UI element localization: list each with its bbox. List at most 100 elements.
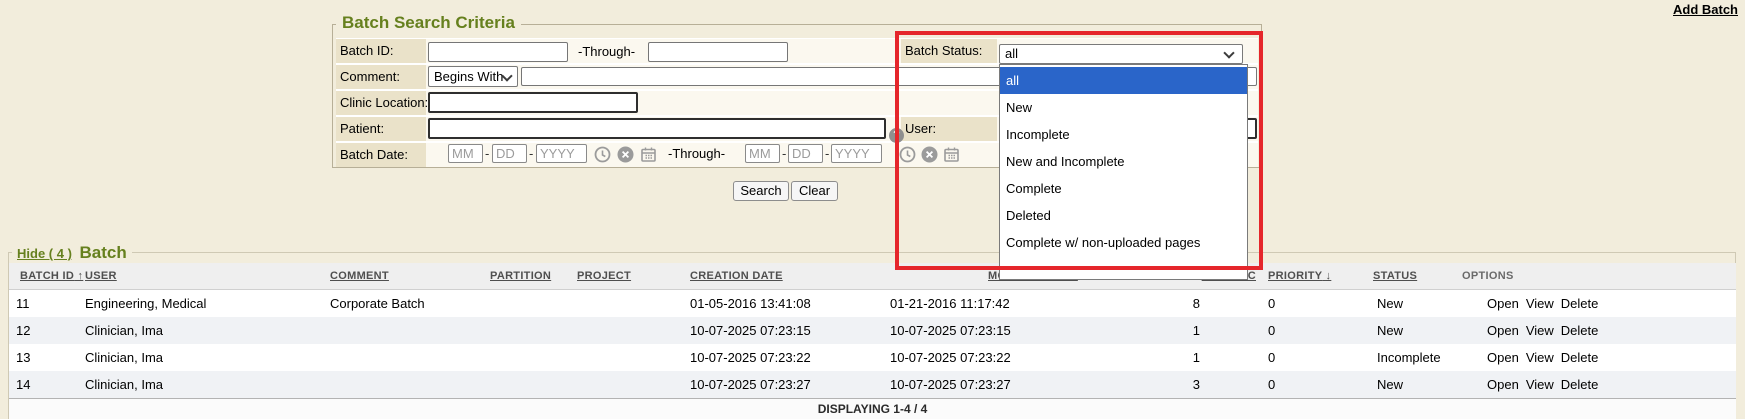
col-user[interactable]: USER xyxy=(85,270,117,282)
patient-input[interactable] xyxy=(428,118,886,139)
batch-status-select[interactable]: all xyxy=(999,44,1243,64)
table-header-row: BATCH ID ↑ USER COMMENT PARTITION PROJEC… xyxy=(9,263,1736,290)
batch-id-through-text: -Through- xyxy=(578,42,635,62)
clinic-location-label: Clinic Location: xyxy=(336,91,426,115)
table-row: 11 Engineering, Medical Corporate Batch … xyxy=(9,290,1736,317)
open-link[interactable]: Open xyxy=(1487,350,1519,365)
open-link[interactable]: Open xyxy=(1487,377,1519,392)
delete-link[interactable]: Delete xyxy=(1561,377,1599,392)
col-label: BATCH ID xyxy=(20,270,74,282)
batch-id-label: Batch ID: xyxy=(336,39,426,63)
batch-date-from-dd-input[interactable] xyxy=(492,144,527,163)
batch-table-legend: Hide ( 4 ) Batch xyxy=(12,243,132,263)
col-label: PRIORITY xyxy=(1268,270,1322,282)
view-link[interactable]: View xyxy=(1526,350,1554,365)
batch-table-title: Batch xyxy=(80,243,127,262)
table-paging-footer: DISPLAYING 1-4 / 4 xyxy=(9,398,1736,419)
delete-link[interactable]: Delete xyxy=(1561,350,1599,365)
cell-user: Clinician, Ima xyxy=(85,371,163,398)
cell-user: Clinician, Ima xyxy=(85,317,163,344)
cell-modified-date: 10-07-2025 07:23:22 xyxy=(890,344,1011,371)
col-comment[interactable]: COMMENT xyxy=(330,270,389,282)
batch-status-option[interactable]: Complete xyxy=(1000,175,1247,202)
col-partition[interactable]: PARTITION xyxy=(490,270,551,282)
cell-batch-id: 14 xyxy=(16,371,30,398)
cell-status: New xyxy=(1377,290,1403,317)
time-picker-icon[interactable] xyxy=(899,146,916,163)
calendar-icon[interactable] xyxy=(943,146,960,163)
clear-date-icon[interactable] xyxy=(921,146,938,163)
clinic-location-input[interactable] xyxy=(428,92,638,113)
col-status[interactable]: STATUS xyxy=(1373,270,1417,282)
col-project[interactable]: PROJECT xyxy=(577,270,631,282)
cell-modified-date: 10-07-2025 07:23:15 xyxy=(890,317,1011,344)
batch-status-option[interactable]: Incomplete xyxy=(1000,121,1247,148)
clear-date-icon[interactable] xyxy=(617,146,634,163)
batch-date-to-dd-input[interactable] xyxy=(788,144,823,163)
patient-help-icon[interactable]: ? xyxy=(889,128,904,143)
open-link[interactable]: Open xyxy=(1487,323,1519,338)
cell-doc-count: 3 xyxy=(1090,371,1200,398)
date-separator: - xyxy=(825,144,829,163)
batch-status-option[interactable]: New and Incomplete xyxy=(1000,148,1247,175)
cell-user: Engineering, Medical xyxy=(85,290,206,317)
table-row: 13 Clinician, Ima 10-07-2025 07:23:22 10… xyxy=(9,344,1736,371)
hide-table-link[interactable]: Hide ( 4 ) xyxy=(17,246,72,261)
open-link[interactable]: Open xyxy=(1487,296,1519,311)
cell-user: Clinician, Ima xyxy=(85,344,163,371)
cell-priority: 0 xyxy=(1268,371,1275,398)
patient-label-cell: Patient: xyxy=(336,117,426,141)
comment-match-select[interactable]: Begins With xyxy=(428,66,518,87)
col-priority[interactable]: PRIORITY ↓ xyxy=(1268,270,1331,282)
cell-creation-date: 10-07-2025 07:23:27 xyxy=(690,371,811,398)
col-creation-date[interactable]: CREATION DATE xyxy=(690,270,783,282)
clear-button[interactable]: Clear xyxy=(791,181,838,201)
col-options: OPTIONS xyxy=(1462,263,1514,290)
view-link[interactable]: View xyxy=(1526,323,1554,338)
batch-date-label-cell: Batch Date: xyxy=(336,143,426,167)
cell-creation-date: 10-07-2025 07:23:15 xyxy=(690,317,811,344)
cell-options: Open View Delete xyxy=(1487,371,1605,398)
calendar-icon[interactable] xyxy=(640,146,657,163)
batch-date-from-mm-input[interactable] xyxy=(448,144,483,163)
cell-batch-id: 12 xyxy=(16,317,30,344)
batch-date-from-yyyy-input[interactable] xyxy=(536,144,587,163)
sort-asc-icon: ↑ xyxy=(78,270,84,282)
delete-link[interactable]: Delete xyxy=(1561,323,1599,338)
cell-doc-count: 1 xyxy=(1090,344,1200,371)
patient-label: Patient: xyxy=(336,117,426,141)
batch-status-label-cell: Batch Status: xyxy=(901,39,997,63)
batch-status-option[interactable]: Deleted xyxy=(1000,202,1247,229)
batch-status-dropdown-list: all New Incomplete New and Incomplete Co… xyxy=(999,64,1248,280)
batch-status-option[interactable]: all xyxy=(1000,67,1247,94)
cell-priority: 0 xyxy=(1268,317,1275,344)
table-row: 12 Clinician, Ima 10-07-2025 07:23:15 10… xyxy=(9,317,1736,344)
cell-priority: 0 xyxy=(1268,344,1275,371)
comment-label: Comment: xyxy=(336,65,426,89)
sort-desc-icon: ↓ xyxy=(1326,270,1332,282)
clinic-location-label-cell: Clinic Location: xyxy=(336,91,426,115)
batch-date-to-yyyy-input[interactable] xyxy=(831,144,882,163)
cell-creation-date: 10-07-2025 07:23:22 xyxy=(690,344,811,371)
add-batch-link[interactable]: Add Batch xyxy=(1673,2,1738,17)
batch-search-legend: Batch Search Criteria xyxy=(336,13,521,33)
cell-status: New xyxy=(1377,317,1403,344)
col-batch-id[interactable]: BATCH ID ↑ xyxy=(20,270,83,282)
time-picker-icon[interactable] xyxy=(594,146,611,163)
view-link[interactable]: View xyxy=(1526,377,1554,392)
batch-status-option[interactable]: New xyxy=(1000,94,1247,121)
batch-id-to-input[interactable] xyxy=(648,42,788,62)
delete-link[interactable]: Delete xyxy=(1561,296,1599,311)
view-link[interactable]: View xyxy=(1526,296,1554,311)
batch-date-to-mm-input[interactable] xyxy=(745,144,780,163)
user-label-cell: User: xyxy=(901,117,997,141)
table-row: 14 Clinician, Ima 10-07-2025 07:23:27 10… xyxy=(9,371,1736,398)
cell-options: Open View Delete xyxy=(1487,290,1605,317)
cell-doc-count: 1 xyxy=(1090,317,1200,344)
batch-status-option[interactable]: Complete w/ non-uploaded pages xyxy=(1000,229,1247,256)
search-button[interactable]: Search xyxy=(733,181,789,201)
cell-comment: Corporate Batch xyxy=(330,290,425,317)
batch-id-from-input[interactable] xyxy=(428,42,568,62)
cell-batch-id: 13 xyxy=(16,344,30,371)
cell-status: New xyxy=(1377,371,1403,398)
